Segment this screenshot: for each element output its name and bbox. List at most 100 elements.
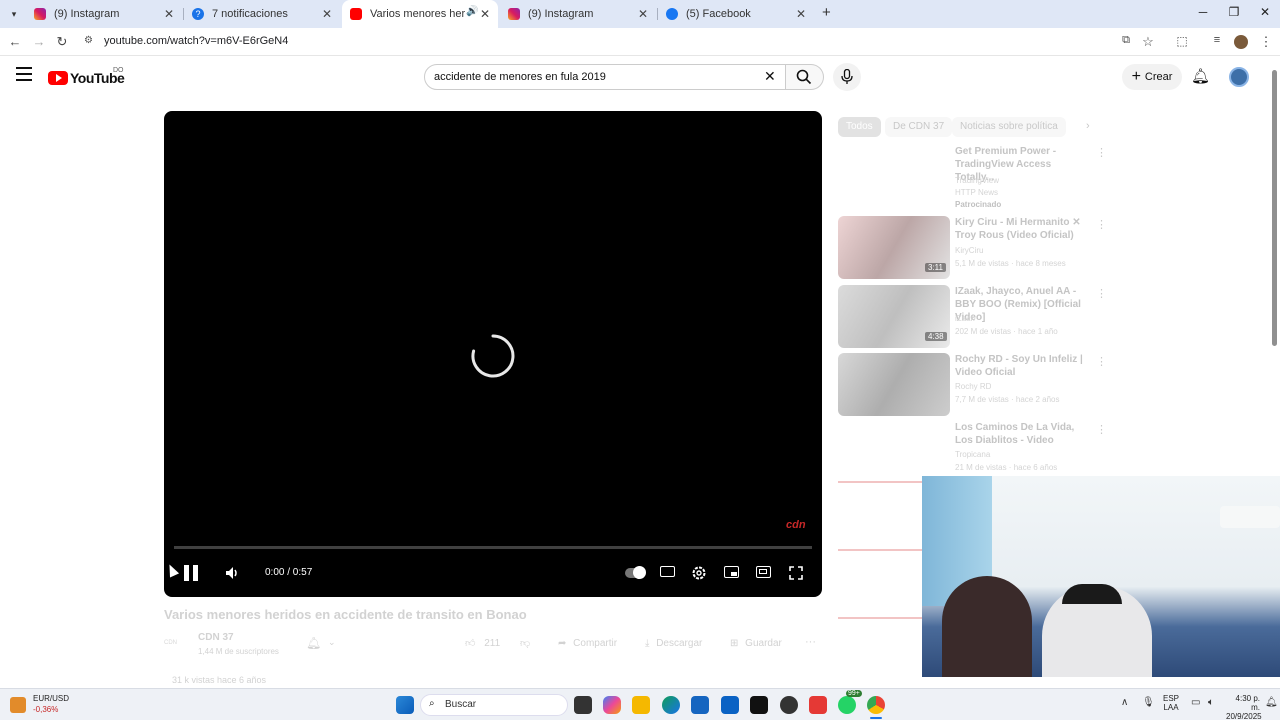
miniplayer-icon[interactable] (724, 566, 739, 578)
subtitles-icon[interactable] (660, 566, 675, 577)
close-tab-icon[interactable]: ✕ (796, 7, 806, 21)
fullscreen-icon[interactable] (789, 566, 803, 580)
back-arrow-icon[interactable]: ← (6, 34, 24, 49)
rec-menu-icon[interactable]: ⋮ (1096, 218, 1107, 231)
tab-instagram-2[interactable]: (9) Instagram ✕ (500, 0, 656, 28)
mic-tray-icon[interactable]: 🎙︎ (1142, 697, 1155, 708)
chip-all[interactable]: Todos (838, 117, 881, 137)
weather-widget[interactable]: EUR/USD -0,36% (10, 694, 90, 718)
restore-button[interactable]: ❐ (1224, 5, 1244, 19)
notification-center-icon[interactable]: 🔔︎ (1265, 697, 1278, 708)
page-scrollbar[interactable] (1272, 70, 1277, 346)
task-view-icon[interactable] (574, 696, 592, 714)
more-actions-icon[interactable]: ··· (805, 636, 816, 648)
store-icon[interactable] (691, 696, 709, 714)
rec-title[interactable]: Rochy RD - Soy Un Infeliz | Video Oficia… (955, 353, 1085, 379)
tab-search-button[interactable]: ▾ (6, 6, 22, 22)
rec-duration: 3:11 (925, 263, 946, 272)
notification-bell-icon[interactable]: 🔔︎ (306, 636, 321, 650)
rec-menu-icon[interactable]: ⋮ (1096, 146, 1107, 159)
new-tab-button[interactable]: + (822, 4, 831, 21)
browser-menu-icon[interactable]: ⋮ (1257, 34, 1275, 50)
volume-icon[interactable] (224, 565, 240, 581)
rec-thumbnail[interactable] (838, 353, 950, 416)
search-box[interactable]: ✕ (424, 64, 786, 90)
voice-search-button[interactable] (833, 63, 861, 91)
whatsapp-icon[interactable]: 99+ (838, 690, 862, 714)
download-button[interactable]: ⤓ Descargar (645, 638, 702, 649)
close-tab-icon[interactable]: ✕ (638, 7, 648, 21)
outlook-icon[interactable] (721, 696, 739, 714)
download-icon: ⤓ (645, 638, 650, 649)
copilot-icon[interactable] (603, 696, 621, 714)
install-app-icon[interactable]: ⧉ (1117, 34, 1135, 47)
bookmark-star-icon[interactable]: ☆ (1139, 34, 1157, 50)
edge-icon[interactable] (662, 696, 680, 714)
tab-notifications[interactable]: ? 7 notificaciones ✕ (184, 0, 340, 28)
chrome-icon[interactable] (867, 696, 885, 714)
profile-avatar[interactable] (1234, 35, 1248, 49)
ticker-change: -0,36% (33, 705, 59, 714)
create-button[interactable]: + Crear (1122, 64, 1182, 90)
close-tab-icon[interactable]: ✕ (164, 7, 174, 21)
app-icon[interactable] (780, 696, 798, 714)
tab-instagram-1[interactable]: (9) Instagram ✕ (26, 0, 182, 28)
account-avatar[interactable] (1229, 67, 1249, 87)
file-explorer-icon[interactable] (632, 696, 650, 714)
channel-name[interactable]: CDN 37 (198, 632, 234, 643)
like-button[interactable]: 👍︎ 211 (465, 637, 500, 649)
extensions-icon[interactable]: ⬚ (1173, 34, 1191, 48)
speaker-icon[interactable]: 🔊 (466, 6, 478, 17)
taskbar-search[interactable]: ⌕ Buscar (420, 694, 568, 716)
rec-menu-icon[interactable]: ⋮ (1096, 355, 1107, 368)
facebook-icon (666, 8, 678, 20)
pause-button[interactable] (182, 564, 200, 582)
tab-label: 7 notificaciones (212, 8, 288, 20)
rec-menu-icon[interactable]: ⋮ (1096, 423, 1107, 436)
language-indicator[interactable]: ESP LAA (1163, 694, 1179, 712)
speaker-tray-icon[interactable]: 🔈︎ (1208, 697, 1214, 708)
dislike-button[interactable]: 👎︎ (520, 637, 530, 649)
hamburger-menu-icon[interactable] (16, 67, 32, 81)
close-tab-icon[interactable]: ✕ (322, 7, 332, 21)
browser-tab-strip: ▾ (9) Instagram ✕ ? 7 notificaciones ✕ V… (0, 0, 1280, 28)
progress-bar[interactable] (174, 546, 812, 549)
search-button[interactable] (786, 64, 824, 90)
channel-avatar[interactable]: CDN (164, 633, 190, 653)
close-window-button[interactable]: ✕ (1255, 5, 1275, 19)
settings-gear-icon[interactable] (691, 565, 707, 581)
download-label: Descargar (656, 638, 703, 649)
share-button[interactable]: ➦ Compartir (558, 638, 617, 649)
rec-menu-icon[interactable]: ⋮ (1096, 287, 1107, 300)
windows-start-icon[interactable] (396, 696, 414, 714)
autoplay-toggle[interactable] (625, 566, 646, 579)
rec-title[interactable]: Kiry Ciru - Mi Hermanito ✕ Troy Rous (Vi… (955, 216, 1085, 242)
chip-politics[interactable]: Noticias sobre política (952, 117, 1066, 137)
close-tab-icon[interactable]: ✕ (480, 7, 490, 21)
tray-chevron-icon[interactable]: ∧ (1121, 697, 1128, 708)
opera-icon[interactable] (809, 696, 827, 714)
rec-title[interactable]: Los Caminos De La Vida, Los Diablitos - … (955, 421, 1085, 447)
chip-channel[interactable]: De CDN 37 (885, 117, 953, 137)
tiktok-icon[interactable] (750, 696, 768, 714)
save-button[interactable]: ⊞ Guardar (730, 638, 782, 649)
reload-icon[interactable]: ↻ (53, 34, 71, 50)
minimize-button[interactable]: ─ (1193, 5, 1213, 19)
tab-facebook[interactable]: (5) Facebook ✕ (658, 0, 814, 28)
tab-youtube-active[interactable]: Varios menores heridos en 🔊 ✕ (342, 0, 498, 28)
site-info-icon[interactable]: ⚙ (84, 35, 93, 46)
notifications-bell-icon[interactable]: 🔔︎ (1191, 67, 1210, 85)
display-tray-icon[interactable]: ▭ (1191, 697, 1200, 708)
ticker-symbol: EUR/USD (33, 694, 70, 703)
address-bar[interactable]: ⚙ youtube.com/watch?v=m6V-E6rGeN4 (80, 31, 1170, 53)
clear-search-icon[interactable]: ✕ (764, 68, 776, 85)
video-player[interactable]: cdn 0:00 / 0:57 (164, 111, 822, 597)
reading-list-icon[interactable]: ≡ (1208, 34, 1226, 46)
forward-arrow-icon[interactable]: → (30, 34, 48, 49)
url-text: youtube.com/watch?v=m6V-E6rGeN4 (104, 35, 289, 47)
chevron-down-icon[interactable]: ⌄ (328, 637, 336, 648)
chevron-right-icon[interactable]: › (1086, 120, 1090, 132)
theater-mode-icon[interactable] (756, 566, 771, 578)
search-input[interactable] (434, 69, 754, 85)
clock[interactable]: 4:30 p. m. 20/9/2025 (1226, 694, 1262, 721)
